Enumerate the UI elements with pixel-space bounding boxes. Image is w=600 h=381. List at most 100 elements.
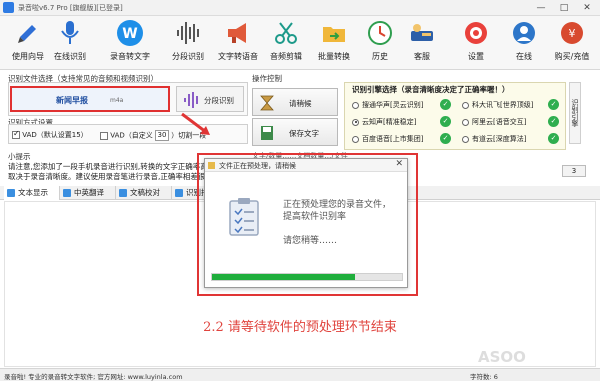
status-website-text: 录音啦! 专业的录音转文字软件; 官方网址: www.luyinla.com — [4, 373, 183, 381]
engine-option-label: 云知声[精准稳定] — [362, 118, 417, 126]
selected-file-name: 新闻早报 — [56, 95, 88, 105]
tips-label: 小提示 — [8, 152, 31, 161]
status-char-count: 字符数: 6 — [470, 373, 498, 381]
toolbar-audio-clip-button[interactable]: 音频剪辑 — [260, 19, 312, 69]
tutorial-caption: 2.2 请等待软件的预处理环节结束 — [203, 320, 397, 335]
toolbar-segment-recognition-button[interactable]: 分段识别 — [162, 19, 214, 69]
engine-option-youdao[interactable]: 有道云[深度算法] — [462, 134, 526, 144]
document-icon — [7, 189, 15, 197]
guide-icon — [18, 25, 36, 43]
engine-option-jietong[interactable]: 搜通华声[灵云识别] — [352, 100, 423, 110]
dialog-message: 正在预处理您的录音文件，提高软件识别率 — [283, 200, 392, 222]
tab-translate[interactable]: 中英翻译 — [60, 186, 116, 200]
engine-radio[interactable] — [352, 101, 359, 109]
toolbar-label: 批量转换 — [318, 52, 350, 61]
page-indicator[interactable]: 3 — [562, 165, 586, 177]
toolbar-text-to-speech-button[interactable]: 文字转语音 — [212, 19, 264, 69]
maximize-button[interactable]: □ — [553, 1, 575, 15]
segment-recognition-label: 分段识别 — [204, 96, 234, 105]
toolbar-audio-to-text-button[interactable]: W 录音转文字 — [104, 19, 156, 69]
report-icon — [175, 189, 183, 197]
toolbar-label: 音频剪辑 — [270, 52, 302, 61]
selected-file-format: m4a — [110, 97, 124, 104]
title-bar: 录音啦v6.7 Pro [旗舰版][已登录] — □ ✕ — [0, 0, 600, 16]
save-text-button[interactable]: 保存文字 — [252, 118, 338, 146]
toolbar-online-recognition-button[interactable]: 在线识别 — [44, 19, 96, 69]
toolbar-label: 在线识别 — [54, 52, 86, 61]
proofread-icon — [119, 189, 127, 197]
w-logo-icon: W — [117, 20, 143, 46]
settings-icon — [465, 22, 487, 44]
engine-radio[interactable] — [462, 101, 469, 109]
toolbar-customer-service-button[interactable]: 客服 — [396, 19, 448, 69]
tab-proofread[interactable]: 文稿校对 — [116, 186, 172, 200]
scissors-icon — [275, 22, 297, 44]
save-icon — [261, 126, 273, 140]
actions-group-title: 操作控制 — [252, 74, 282, 83]
start-recognition-label: 请稍候 — [289, 99, 312, 108]
toolbar-online-button[interactable]: 在线 — [498, 19, 550, 69]
check-circle-icon: ✓ — [548, 133, 559, 144]
check-circle-icon: ✓ — [440, 99, 451, 110]
vad-default-label: VAD（默认设置15） — [22, 131, 88, 139]
engine-option-baidu[interactable]: 百度语音[上市集团] — [352, 134, 423, 144]
vad-default-option[interactable]: VAD（默认设置15） — [12, 129, 88, 140]
svg-text:¥: ¥ — [569, 27, 576, 40]
toolbar-buy-button[interactable]: ¥ 购买/充值 — [546, 19, 598, 69]
folder-convert-icon — [323, 27, 345, 42]
engine-option-xunfei[interactable]: 科大讯飞[世界顶级] — [462, 100, 533, 110]
dialog-wait-message: 请您稍等…… — [283, 236, 338, 246]
engine-group-title: 识别引擎选择（录音清晰度决定了正确率喔！） — [352, 85, 510, 94]
toolbar-label: 设置 — [468, 52, 484, 61]
select-file-button[interactable]: 新闻早报 m4a — [10, 86, 170, 112]
preprocessing-dialog: 文件正在预处理，请稍候 ✕ 正在预处理您的录音文件，提高软件识别率 请您稍等…… — [204, 158, 408, 288]
start-recognition-button[interactable]: 请稍候 — [252, 88, 338, 116]
engine-side-tab[interactable]: 识别引擎 — [569, 82, 581, 144]
engine-option-aliyun[interactable]: 阿里云[语音交互] — [462, 117, 526, 127]
microphone-icon — [61, 21, 79, 44]
toolbar-label: 文字转语音 — [218, 52, 258, 61]
clipboard-icon — [229, 198, 259, 236]
toolbar-label: 在线 — [516, 52, 532, 61]
dialog-title: 文件正在预处理，请稍候 — [219, 162, 296, 170]
engine-option-label: 有道云[深度算法] — [472, 135, 527, 143]
watermark: ASOO — [478, 348, 526, 366]
check-circle-icon: ✓ — [548, 99, 559, 110]
waveform-icon — [177, 22, 199, 44]
megaphone-icon — [228, 23, 246, 43]
app-logo-icon — [3, 2, 14, 13]
svg-text:W: W — [122, 26, 137, 42]
engine-radio[interactable] — [352, 135, 359, 143]
minimize-button[interactable]: — — [530, 1, 552, 15]
engine-option-label: 科大讯飞[世界顶级] — [472, 101, 534, 109]
translate-icon — [63, 189, 71, 197]
close-window-button[interactable]: ✕ — [576, 1, 598, 15]
customer-service-icon — [411, 24, 433, 41]
save-text-label: 保存文字 — [289, 129, 319, 138]
annotation-arrow — [181, 112, 210, 135]
vad-custom-checkbox[interactable] — [100, 131, 108, 140]
vad-custom-label: VAD（自定义 — [110, 131, 153, 140]
tab-text-display[interactable]: 文本显示 — [4, 186, 60, 200]
engine-option-yunzhisheng[interactable]: 云知声[精准稳定] — [352, 117, 416, 127]
vad-default-checkbox[interactable] — [12, 129, 20, 139]
dialog-title-bar: 文件正在预处理，请稍候 ✕ — [205, 159, 407, 172]
vad-value-input[interactable]: 30 — [155, 130, 169, 141]
engine-option-label: 阿里云[语音交互] — [472, 118, 527, 126]
engine-radio[interactable] — [462, 135, 469, 143]
waveform-icon — [184, 92, 198, 108]
window-title: 录音啦v6.7 Pro [旗舰版][已登录] — [18, 4, 123, 12]
engine-radio[interactable] — [462, 118, 469, 126]
engine-radio-selected[interactable] — [352, 118, 359, 126]
segment-recognition-button[interactable]: 分段识别 — [176, 86, 244, 112]
progress-fill — [212, 274, 355, 280]
dialog-close-button[interactable]: ✕ — [395, 159, 403, 169]
tab-label: 文本显示 — [18, 188, 48, 197]
engine-option-label: 百度语音[上市集团] — [362, 135, 424, 143]
tips-text: 请注意,您添加了一段手机录音进行识别,转换的文字正确率高低取决于录音清晰度。建议… — [8, 162, 216, 181]
toolbar-settings-button[interactable]: 设置 — [450, 19, 502, 69]
toolbar-label: 分段识别 — [172, 52, 204, 61]
toolbar-batch-convert-button[interactable]: 批量转换 — [308, 19, 360, 69]
tab-label: 文稿校对 — [130, 188, 160, 197]
history-icon — [368, 21, 392, 45]
